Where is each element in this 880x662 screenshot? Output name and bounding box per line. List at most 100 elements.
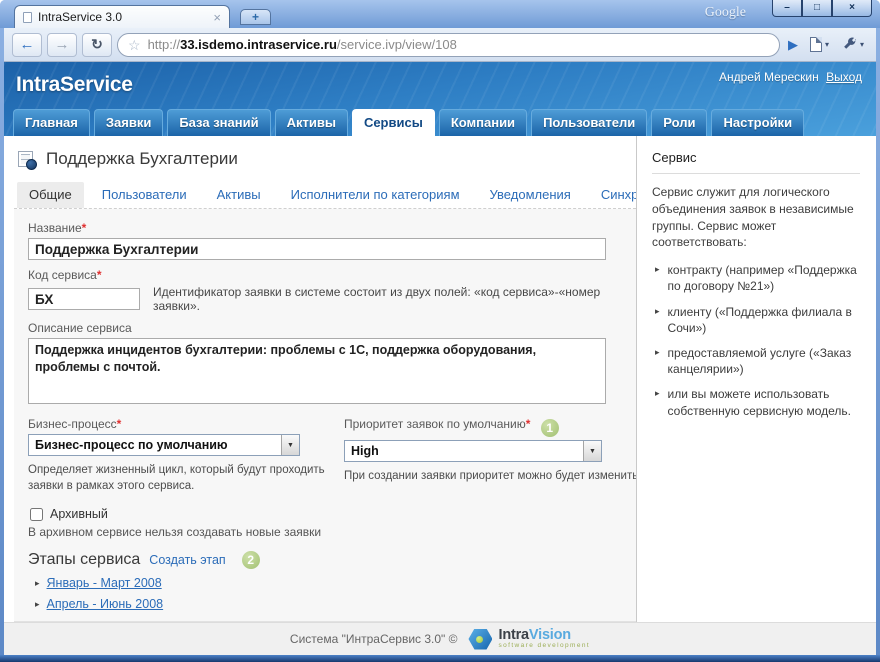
sidebar-bullet: ▸ предоставляемой услуге («Заказ канцеля… [655, 345, 852, 377]
url-host: 33.isdemo.intraservice.ru [180, 37, 337, 52]
browser-tab[interactable]: IntraService 3.0 × [14, 5, 230, 28]
description-label: Описание сервиса [28, 321, 132, 335]
url-path: /service.ivp/view/108 [336, 37, 457, 52]
intraservice-logo: IntraService [16, 73, 133, 96]
tab-general[interactable]: Общие [17, 182, 84, 208]
stage-link-apr-jun[interactable]: Апрель - Июнь 2008 [47, 597, 164, 611]
nav-tab-home[interactable]: Главная [13, 109, 90, 136]
triangle-bullet-icon[interactable]: ▸ [35, 599, 40, 609]
nav-tab-assets[interactable]: Активы [274, 109, 348, 136]
triangle-bullet-icon: ▸ [655, 305, 660, 316]
bookmark-star-icon[interactable]: ☆ [128, 38, 141, 52]
user-box: Андрей Мерескин Выход [719, 70, 862, 84]
chevron-down-icon: ▾ [859, 40, 864, 49]
select-dropdown-button[interactable]: ▼ [281, 435, 299, 455]
tab-assets[interactable]: Активы [205, 182, 273, 208]
back-button[interactable]: ← [12, 32, 42, 57]
nav-tab-roles[interactable]: Роли [651, 109, 708, 136]
nav-tab-knowledge-base[interactable]: База знаний [167, 109, 271, 136]
forward-button[interactable]: → [47, 32, 77, 57]
service-tabs: Общие Пользователи Активы Исполнители по… [14, 182, 636, 209]
go-icon[interactable]: ▶ [788, 37, 798, 53]
nav-tab-tickets[interactable]: Заявки [93, 109, 164, 136]
browser-body: ← → ↻ ☆ http://33.isdemo.intraservice.ru… [4, 28, 876, 655]
tab-notifications[interactable]: Уведомления [478, 182, 583, 208]
logo-vision: Vision [528, 626, 571, 643]
page-icon [809, 37, 822, 52]
process-label: Бизнес-процесс* [28, 417, 122, 431]
intravision-logo[interactable]: IntraVision software development [468, 626, 590, 650]
process-help-text: Определяет жизненный цикл, который будут… [28, 464, 325, 493]
sidebar-title: Сервис [652, 150, 860, 174]
tab-title: IntraService 3.0 [38, 10, 123, 24]
url-bar[interactable]: ☆ http://33.isdemo.intraservice.ru/servi… [117, 32, 780, 57]
service-code-input[interactable] [28, 288, 140, 310]
sidebar-bullet: ▸ или вы можете использовать собственную… [655, 387, 851, 418]
window-controls: – □ × [772, 0, 872, 17]
nav-tab-companies[interactable]: Компании [438, 109, 528, 136]
stage-item: ▸ Апрель - Июнь 2008 [35, 597, 620, 611]
new-tab-button[interactable]: + [240, 9, 271, 25]
nav-tab-services[interactable]: Сервисы [351, 109, 435, 136]
name-label: Название* [28, 221, 87, 235]
business-process-select[interactable]: Бизнес-процесс по умолчанию ▼ [28, 434, 300, 456]
site-footer: Система "ИнтраСервис 3.0" © IntraVision … [4, 622, 876, 655]
tab-favicon-icon [23, 11, 32, 23]
priority-help-text: При создании заявки приоритет можно буде… [344, 470, 636, 482]
url-text: http://33.isdemo.intraservice.ru/service… [148, 37, 457, 52]
main-column: Поддержка Бухгалтерии Общие Пользователи… [4, 136, 636, 622]
sidebar-bullet: ▸ клиенту («Поддержка филиала в Сочи») [655, 304, 852, 335]
page-title-row: Поддержка Бухгалтерии [18, 149, 636, 170]
sidebar-bullet: ▸ контракту (например «Поддержка по дого… [655, 263, 857, 294]
logout-link[interactable]: Выход [826, 70, 862, 84]
close-button[interactable]: × [832, 0, 872, 17]
code-help-text: Идентификатор заявки в системе состоит и… [153, 285, 601, 313]
stage-item: ▸ Январь - Март 2008 [35, 576, 620, 590]
triangle-bullet-icon: ▸ [655, 264, 660, 275]
nav-tab-users[interactable]: Пользователи [531, 109, 648, 136]
nav-tab-settings[interactable]: Настройки [711, 109, 805, 136]
reload-button[interactable]: ↻ [82, 32, 112, 57]
archive-note: В архивном сервисе нельзя создавать новы… [28, 525, 322, 540]
priority-label: Приоритет заявок по умолчанию* 1 [344, 417, 636, 437]
stages-title: Этапы сервиса [28, 551, 141, 569]
tab-ad-sync[interactable]: Синхронизация AD [589, 182, 636, 208]
page-title: Поддержка Бухгалтерии [46, 149, 238, 168]
footer-text: Система "ИнтраСервис 3.0" © [289, 632, 458, 646]
browser-window: IntraService 3.0 × + Google – □ × ← → ↻ … [0, 0, 880, 662]
priority-value: High [351, 444, 379, 458]
hint-badge-2: 2 [241, 551, 260, 570]
window-bottom-frame [0, 655, 880, 662]
browser-titlebar: IntraService 3.0 × + Google – □ × [0, 0, 880, 28]
url-scheme: http:// [147, 37, 181, 52]
stage-link-jan-mar[interactable]: Январь - Март 2008 [47, 576, 162, 590]
tab-assignees-by-category[interactable]: Исполнители по категориям [279, 182, 472, 208]
service-description-textarea[interactable]: Поддержка инцидентов бухгалтерии: пробле… [28, 338, 606, 404]
logo-intra: Intra [498, 626, 529, 643]
browser-toolbar: ← → ↻ ☆ http://33.isdemo.intraservice.ru… [4, 28, 876, 62]
select-dropdown-button[interactable]: ▼ [583, 441, 601, 461]
intravision-hexagon-icon [468, 628, 493, 650]
archive-label: Архивный [50, 507, 108, 522]
user-name: Андрей Мерескин [719, 70, 819, 84]
caret-down-icon: ▼ [589, 447, 596, 455]
intraservice-page: IntraService Андрей Мерескин Выход Главн… [4, 62, 876, 655]
triangle-bullet-icon: ▸ [655, 388, 660, 399]
tools-menu-button[interactable]: ▾ [838, 35, 868, 55]
business-process-value: Бизнес-процесс по умолчанию [35, 438, 228, 452]
maximize-button[interactable]: □ [802, 0, 832, 17]
archive-checkbox[interactable] [30, 507, 43, 521]
tab-close-icon[interactable]: × [213, 11, 221, 24]
triangle-bullet-icon[interactable]: ▸ [35, 578, 40, 588]
chevron-down-icon: ▾ [824, 40, 829, 49]
tab-users[interactable]: Пользователи [90, 182, 199, 208]
sidebar-intro: Сервис служит для логического объединени… [652, 185, 854, 250]
site-header: IntraService Андрей Мерескин Выход Главн… [4, 62, 876, 136]
priority-select[interactable]: High ▼ [344, 440, 602, 462]
page-menu-button[interactable]: ▾ [806, 37, 833, 52]
create-stage-link[interactable]: Создать этап [149, 553, 225, 567]
service-name-input[interactable] [28, 238, 606, 260]
wrench-icon [842, 35, 857, 55]
content-area: Поддержка Бухгалтерии Общие Пользователи… [4, 136, 876, 622]
minimize-button[interactable]: – [772, 0, 802, 17]
